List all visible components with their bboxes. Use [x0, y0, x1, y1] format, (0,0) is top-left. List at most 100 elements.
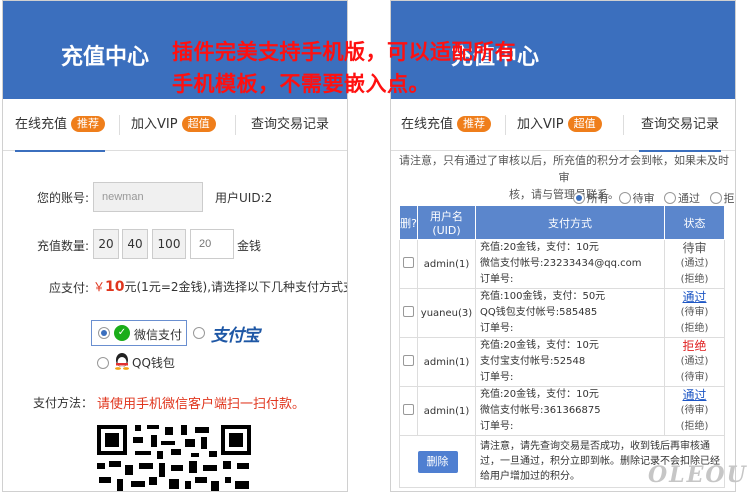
filter-passed[interactable]: 通过 — [664, 192, 700, 205]
tab-divider — [623, 115, 624, 135]
due-amount: 10 — [105, 279, 125, 295]
row-select-cell — [399, 288, 418, 338]
row-checkbox[interactable] — [403, 257, 414, 268]
tab-divider — [119, 115, 120, 135]
watermark-logo: OLEOU — [648, 462, 748, 488]
col-method: 支付方式 — [475, 205, 665, 240]
row-status: 通过 (待审) (拒绝) — [664, 288, 725, 338]
tab-label: 加入VIP — [517, 117, 564, 132]
qr-code-image — [95, 423, 253, 491]
recommend-badge: 推荐 — [457, 115, 492, 132]
row-status: 待审 (通过) (拒绝) — [664, 239, 725, 289]
account-label: 您的账号: — [37, 191, 90, 205]
status-current: 拒绝 — [682, 339, 707, 353]
tab-join-vip[interactable]: 加入VIP 超值 — [131, 99, 216, 151]
filter-label: 通过 — [678, 192, 700, 205]
detail-line: 充值:20金钱，支付：10元 — [480, 389, 599, 400]
amount-option-20[interactable]: 20 — [93, 229, 119, 259]
detail-line: 订单号: — [480, 372, 514, 383]
row-user: admin(1) — [417, 239, 476, 289]
amount-unit: 金钱 — [237, 239, 262, 253]
status-action-reject[interactable]: (拒绝) — [665, 419, 724, 435]
status-action-pass[interactable]: (通过) — [665, 354, 724, 370]
filter-radio[interactable] — [573, 192, 585, 204]
qqpay-label: QQ钱包 — [132, 356, 175, 370]
user-uid: 用户UID:2 — [215, 191, 273, 205]
amount-option-40[interactable]: 40 — [122, 229, 148, 259]
qqpay-radio[interactable] — [97, 357, 109, 369]
status-filter: 所有 待审 通过 拒绝 — [573, 190, 735, 206]
filter-radio[interactable] — [618, 192, 631, 204]
table-row: admin(1) 充值:20金钱，支付：10元 微信支付帐号:23233434@… — [399, 239, 725, 289]
account-field[interactable] — [93, 182, 203, 212]
filter-radio[interactable] — [709, 192, 722, 204]
due-description: 元(1元=2金钱),请选择以下几种支付方式支付: — [124, 280, 348, 294]
table-row: admin(1) 充值:20金钱，支付：10元 微信支付帐号:361366875… — [399, 386, 725, 436]
row-status: 通过 (待审) (拒绝) — [664, 386, 725, 436]
promo-text-line1: 插件完美支持手机版，可以适配所有 — [172, 40, 516, 64]
alipay-logo[interactable]: 支付宝 — [211, 321, 260, 346]
detail-line: 微信支付帐号:23233434@qq.com — [480, 258, 642, 269]
tab-join-vip[interactable]: 加入VIP 超值 — [517, 99, 602, 151]
wechat-radio[interactable] — [98, 327, 110, 339]
alipay-radio[interactable] — [193, 327, 205, 339]
status-action-pending[interactable]: (待审) — [665, 403, 724, 419]
status-action-pending[interactable]: (待审) — [665, 370, 724, 386]
records-table: 删? 用户名(UID) 支付方式 状态 admin(1) 充值:20金钱，支付：… — [399, 205, 725, 488]
method-label: 支付方法： — [33, 396, 94, 410]
status-current: 待审 — [682, 241, 707, 255]
status-current: 通过 — [682, 290, 707, 304]
tab-online-recharge[interactable]: 在线充值 推荐 — [401, 99, 492, 151]
detail-line: 微信支付帐号:361366875 — [480, 405, 601, 416]
row-checkbox[interactable] — [403, 355, 414, 366]
row-select-cell — [399, 386, 418, 436]
tab-label: 查询交易记录 — [251, 117, 330, 132]
wechat-label: 微信支付 — [134, 328, 183, 342]
tab-transaction-records[interactable]: 查询交易记录 — [639, 99, 722, 152]
col-status: 状态 — [664, 205, 725, 240]
delete-button[interactable]: 删除 — [417, 450, 458, 473]
wechat-icon: ✓ — [114, 325, 130, 341]
row-detail: 充值:20金钱，支付：10元 支付宝支付帐号:52548 订单号: — [475, 337, 665, 387]
table-header-row: 删? 用户名(UID) 支付方式 状态 — [399, 205, 725, 240]
row-detail: 充值:20金钱，支付：10元 微信支付帐号:361366875 订单号: — [475, 386, 665, 436]
row-checkbox[interactable] — [403, 306, 414, 317]
row-select-cell — [399, 337, 418, 387]
row-status: 拒绝 (通过) (待审) — [664, 337, 725, 387]
detail-line: 充值:100金钱，支付：50元 — [480, 291, 606, 302]
amount-option-100[interactable]: 100 — [152, 229, 186, 259]
delete-cell: 删除 — [399, 435, 476, 488]
row-checkbox[interactable] — [403, 404, 414, 415]
currency-symbol: ￥ — [93, 280, 106, 294]
row-user: admin(1) — [417, 337, 476, 387]
page-title: 充值中心 — [61, 45, 150, 70]
due-label: 应支付: — [49, 281, 90, 295]
tab-online-recharge[interactable]: 在线充值 推荐 — [15, 99, 106, 152]
due-amount-line: ￥10元(1元=2金钱),请选择以下几种支付方式支付: — [93, 278, 348, 295]
row-user: yuaneu(3) — [417, 288, 476, 338]
col-delete: 删? — [399, 205, 418, 240]
status-action-pending[interactable]: (待审) — [665, 305, 724, 321]
filter-radio[interactable] — [664, 192, 676, 204]
tab-bar: 在线充值 推荐 加入VIP 超值 查询交易记录 — [391, 99, 735, 152]
filter-pending[interactable]: 待审 — [618, 192, 655, 205]
value-badge: 超值 — [181, 115, 216, 132]
filter-rejected[interactable]: 拒绝 — [709, 192, 735, 205]
tab-transaction-records[interactable]: 查询交易记录 — [251, 99, 329, 151]
value-badge: 超值 — [567, 115, 602, 132]
status-action-reject[interactable]: (拒绝) — [665, 272, 724, 288]
pay-option-wechat[interactable]: ✓ 微信支付 — [91, 320, 187, 346]
status-action-reject[interactable]: (拒绝) — [665, 321, 724, 337]
detail-line: 充值:20金钱，支付：10元 — [480, 340, 599, 351]
tab-label: 在线充值 — [401, 117, 454, 132]
filter-all[interactable]: 所有 — [573, 192, 609, 205]
detail-line: 订单号: — [480, 323, 514, 334]
filter-label: 待审 — [632, 192, 655, 205]
tab-divider — [505, 115, 506, 135]
custom-amount-input[interactable] — [190, 229, 234, 259]
tab-label: 查询交易记录 — [641, 117, 720, 132]
filter-label: 所有 — [587, 192, 609, 205]
status-action-pass[interactable]: (通过) — [665, 256, 724, 272]
detail-line: 支付宝支付帐号:52548 — [480, 356, 586, 367]
row-detail: 充值:100金钱，支付：50元 QQ钱包支付帐号:585485 订单号: — [475, 288, 665, 338]
